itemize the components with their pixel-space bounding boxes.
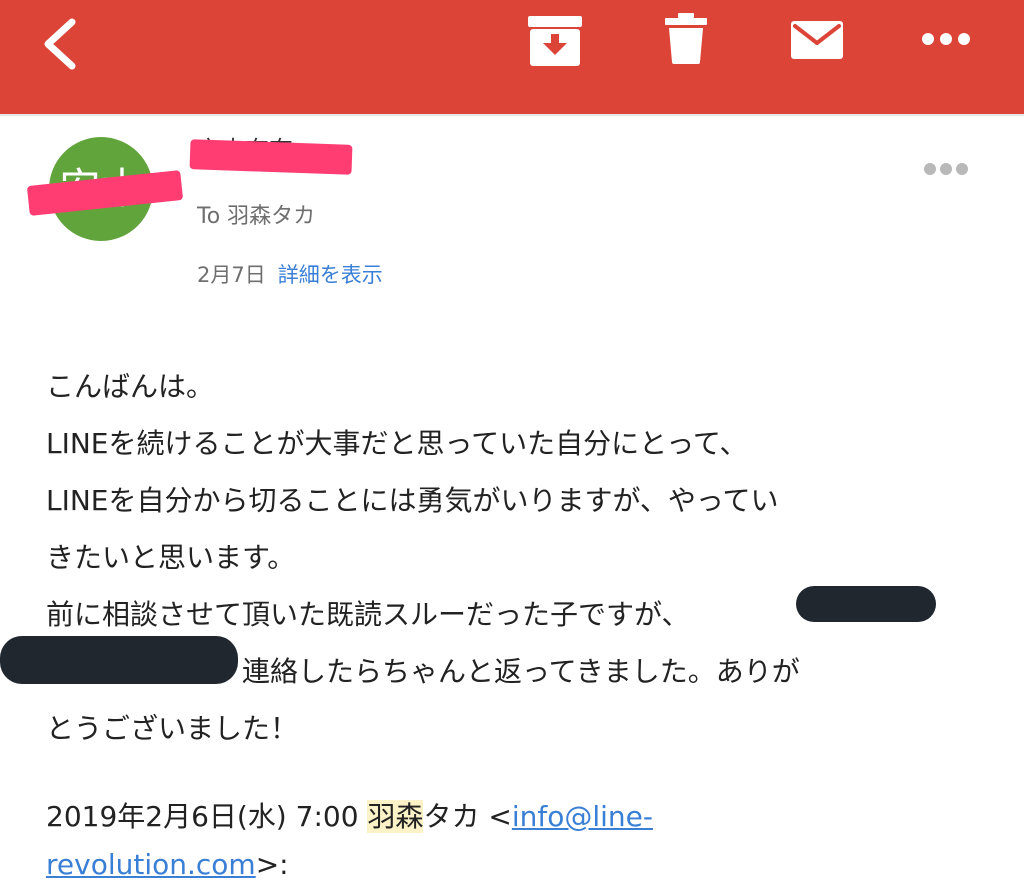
message-more-button[interactable] xyxy=(918,155,974,183)
body-redaction xyxy=(0,636,238,684)
message-body: こんばんは。 LINEを続けることが大事だと思っていた自分にとって、 LINEを… xyxy=(46,358,1006,757)
more-horizontal-icon xyxy=(922,33,970,45)
quote-name-rest: タカ xyxy=(423,800,480,833)
back-button[interactable] xyxy=(34,14,86,74)
quoted-reply-header: 2019年2月6日(水) 7:00 羽森タカ <info@line- revol… xyxy=(46,793,653,889)
show-details-link[interactable]: 詳細を表示 xyxy=(278,263,383,287)
quote-date: 2019年2月6日(水) 7:00 xyxy=(46,800,359,833)
body-line: LINEを自分から切ることには勇気がいりますが、やってい xyxy=(46,484,779,517)
mark-unread-button[interactable] xyxy=(790,20,844,60)
trash-icon xyxy=(665,13,707,64)
chevron-left-icon xyxy=(44,18,76,70)
archive-button[interactable] xyxy=(526,14,584,68)
message-date: 2月7日 xyxy=(197,263,266,287)
body-line: きたいと思います。 xyxy=(46,541,296,574)
top-toolbar xyxy=(0,0,1024,114)
date-row: 2月7日 詳細を表示 xyxy=(197,259,383,289)
recipient-line: To 羽森タカ xyxy=(197,204,316,229)
body-line: LINEを続けることが大事だと思っていた自分にとって、 xyxy=(46,427,748,460)
delete-button[interactable] xyxy=(664,12,708,66)
email-close-bracket: >: xyxy=(255,848,289,881)
highlighted-name: 羽森 xyxy=(367,800,424,833)
email-open-bracket: < xyxy=(488,800,512,833)
more-options-button[interactable] xyxy=(920,28,972,50)
quote-line-1: 2019年2月6日(水) 7:00 羽森タカ <info@line- xyxy=(46,793,653,841)
email-link-continued[interactable]: revolution.com xyxy=(46,848,256,881)
envelope-icon xyxy=(791,21,843,59)
email-link[interactable]: info@line- xyxy=(512,800,653,833)
body-line: こんばんは。 xyxy=(46,370,215,403)
toolbar-divider xyxy=(0,114,1024,116)
body-redaction xyxy=(796,586,936,622)
sender-name-redaction xyxy=(189,139,353,175)
quote-line-2: revolution.com>: xyxy=(46,841,653,889)
more-horizontal-icon xyxy=(924,163,968,175)
body-line: とうございました！ xyxy=(46,712,299,745)
archive-icon xyxy=(528,16,582,66)
